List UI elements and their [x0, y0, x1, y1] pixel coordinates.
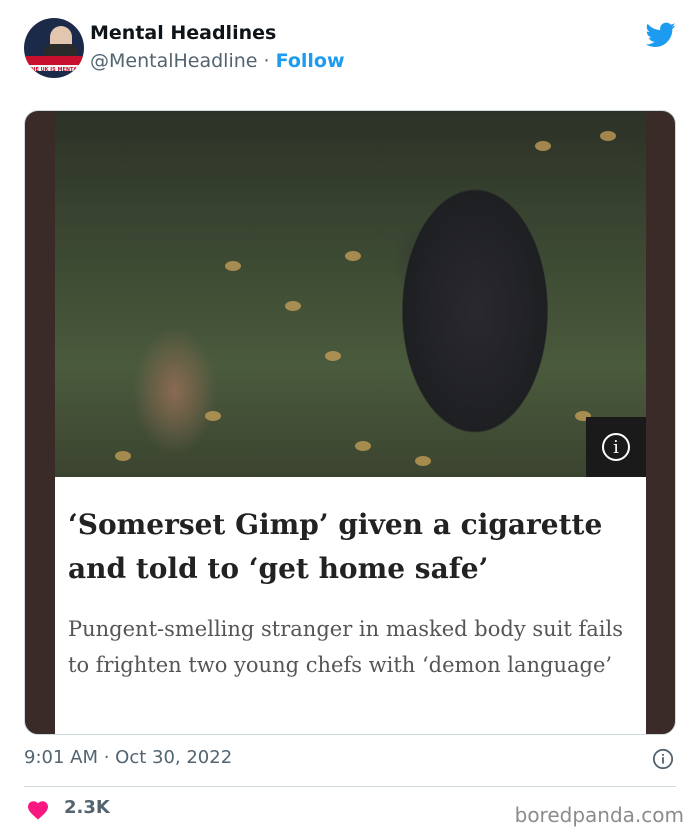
- article-standfirst: Pungent-smelling stranger in masked body…: [68, 617, 624, 677]
- article-headline[interactable]: ‘Somerset Gimp’ given a cigarette and to…: [68, 503, 628, 591]
- twitter-bird-icon[interactable]: [646, 22, 676, 48]
- tweet-info-icon[interactable]: [652, 748, 674, 770]
- divider: [24, 786, 676, 787]
- leaf-decoration: [205, 411, 221, 421]
- heart-icon[interactable]: [26, 798, 50, 820]
- author-display-name[interactable]: Mental Headlines: [90, 22, 276, 44]
- author-handle-row: @MentalHeadline · Follow: [90, 50, 345, 72]
- article-card-content: i ‘Somerset Gimp’ given a cigarette and …: [55, 111, 646, 734]
- photo-info-button[interactable]: i: [586, 417, 646, 477]
- author-handle[interactable]: @MentalHeadline: [90, 50, 257, 72]
- leaf-decoration: [600, 131, 616, 141]
- leaf-decoration: [285, 301, 301, 311]
- tweet-timestamp[interactable]: 9:01 AM · Oct 30, 2022: [24, 747, 232, 768]
- follow-button[interactable]: Follow: [276, 50, 345, 72]
- leaf-decoration: [535, 141, 551, 151]
- leaf-decoration: [345, 251, 361, 261]
- leaf-decoration: [325, 351, 341, 361]
- leaf-decoration: [115, 451, 131, 461]
- avatar-caption: THE UK IS MENTAL: [27, 67, 81, 73]
- leaf-decoration: [355, 441, 371, 451]
- article-photo: i: [55, 111, 646, 477]
- info-icon: i: [602, 433, 630, 461]
- leaf-decoration: [225, 261, 241, 271]
- handle-separator: ·: [263, 50, 270, 72]
- article-card[interactable]: i ‘Somerset Gimp’ given a cigarette and …: [24, 110, 676, 735]
- like-count[interactable]: 2.3K: [64, 797, 110, 818]
- avatar-banner: [24, 56, 84, 65]
- avatar[interactable]: THE UK IS MENTAL: [24, 18, 84, 78]
- leaf-decoration: [415, 456, 431, 466]
- source-watermark: boredpanda.com: [514, 803, 684, 827]
